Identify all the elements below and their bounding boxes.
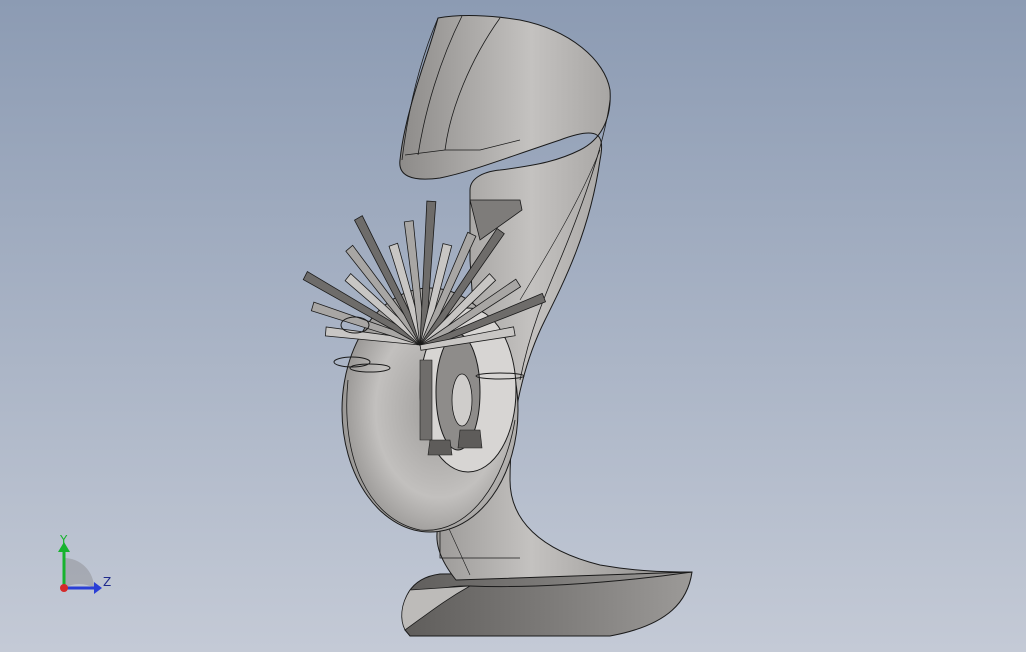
x-axis-dot-icon — [60, 584, 68, 592]
triad-y-label: Y — [59, 533, 68, 547]
graphics-viewport[interactable]: Y Z — [0, 0, 1026, 652]
triad-z-label: Z — [103, 575, 111, 589]
model-view[interactable]: Y Z — [0, 0, 1026, 652]
